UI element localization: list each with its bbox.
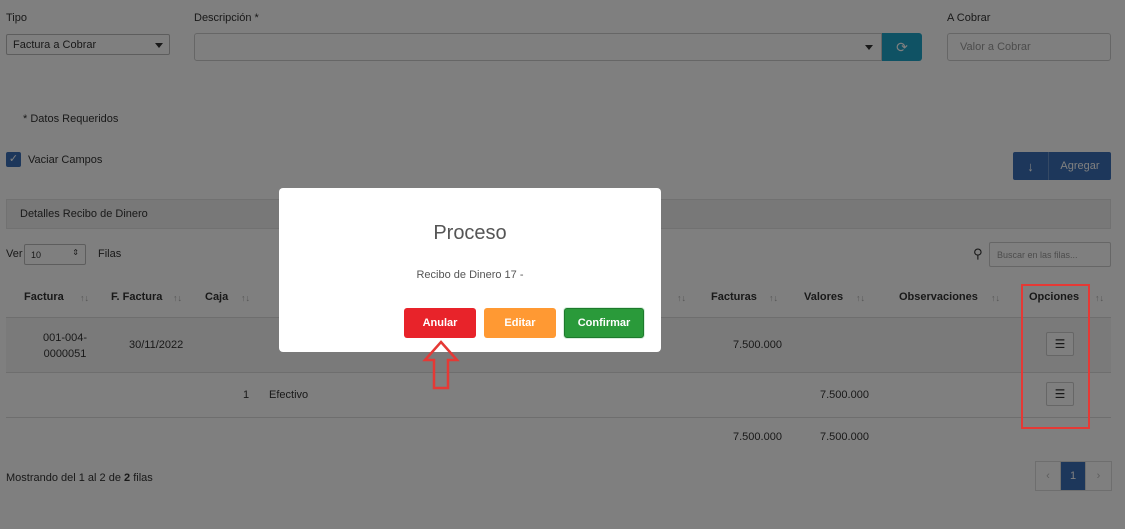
modal-message: Recibo de Dinero 17 - xyxy=(416,269,524,281)
modal-title: Proceso xyxy=(433,222,507,244)
annotation-highlight-box xyxy=(1021,284,1090,429)
process-modal: Proceso Recibo de Dinero 17 - Anular Edi… xyxy=(279,188,661,352)
editar-button[interactable]: Editar xyxy=(484,308,556,338)
confirmar-button[interactable]: Confirmar xyxy=(564,308,644,338)
anular-button[interactable]: Anular xyxy=(404,308,476,338)
arrow-up-outline-icon xyxy=(422,340,460,390)
